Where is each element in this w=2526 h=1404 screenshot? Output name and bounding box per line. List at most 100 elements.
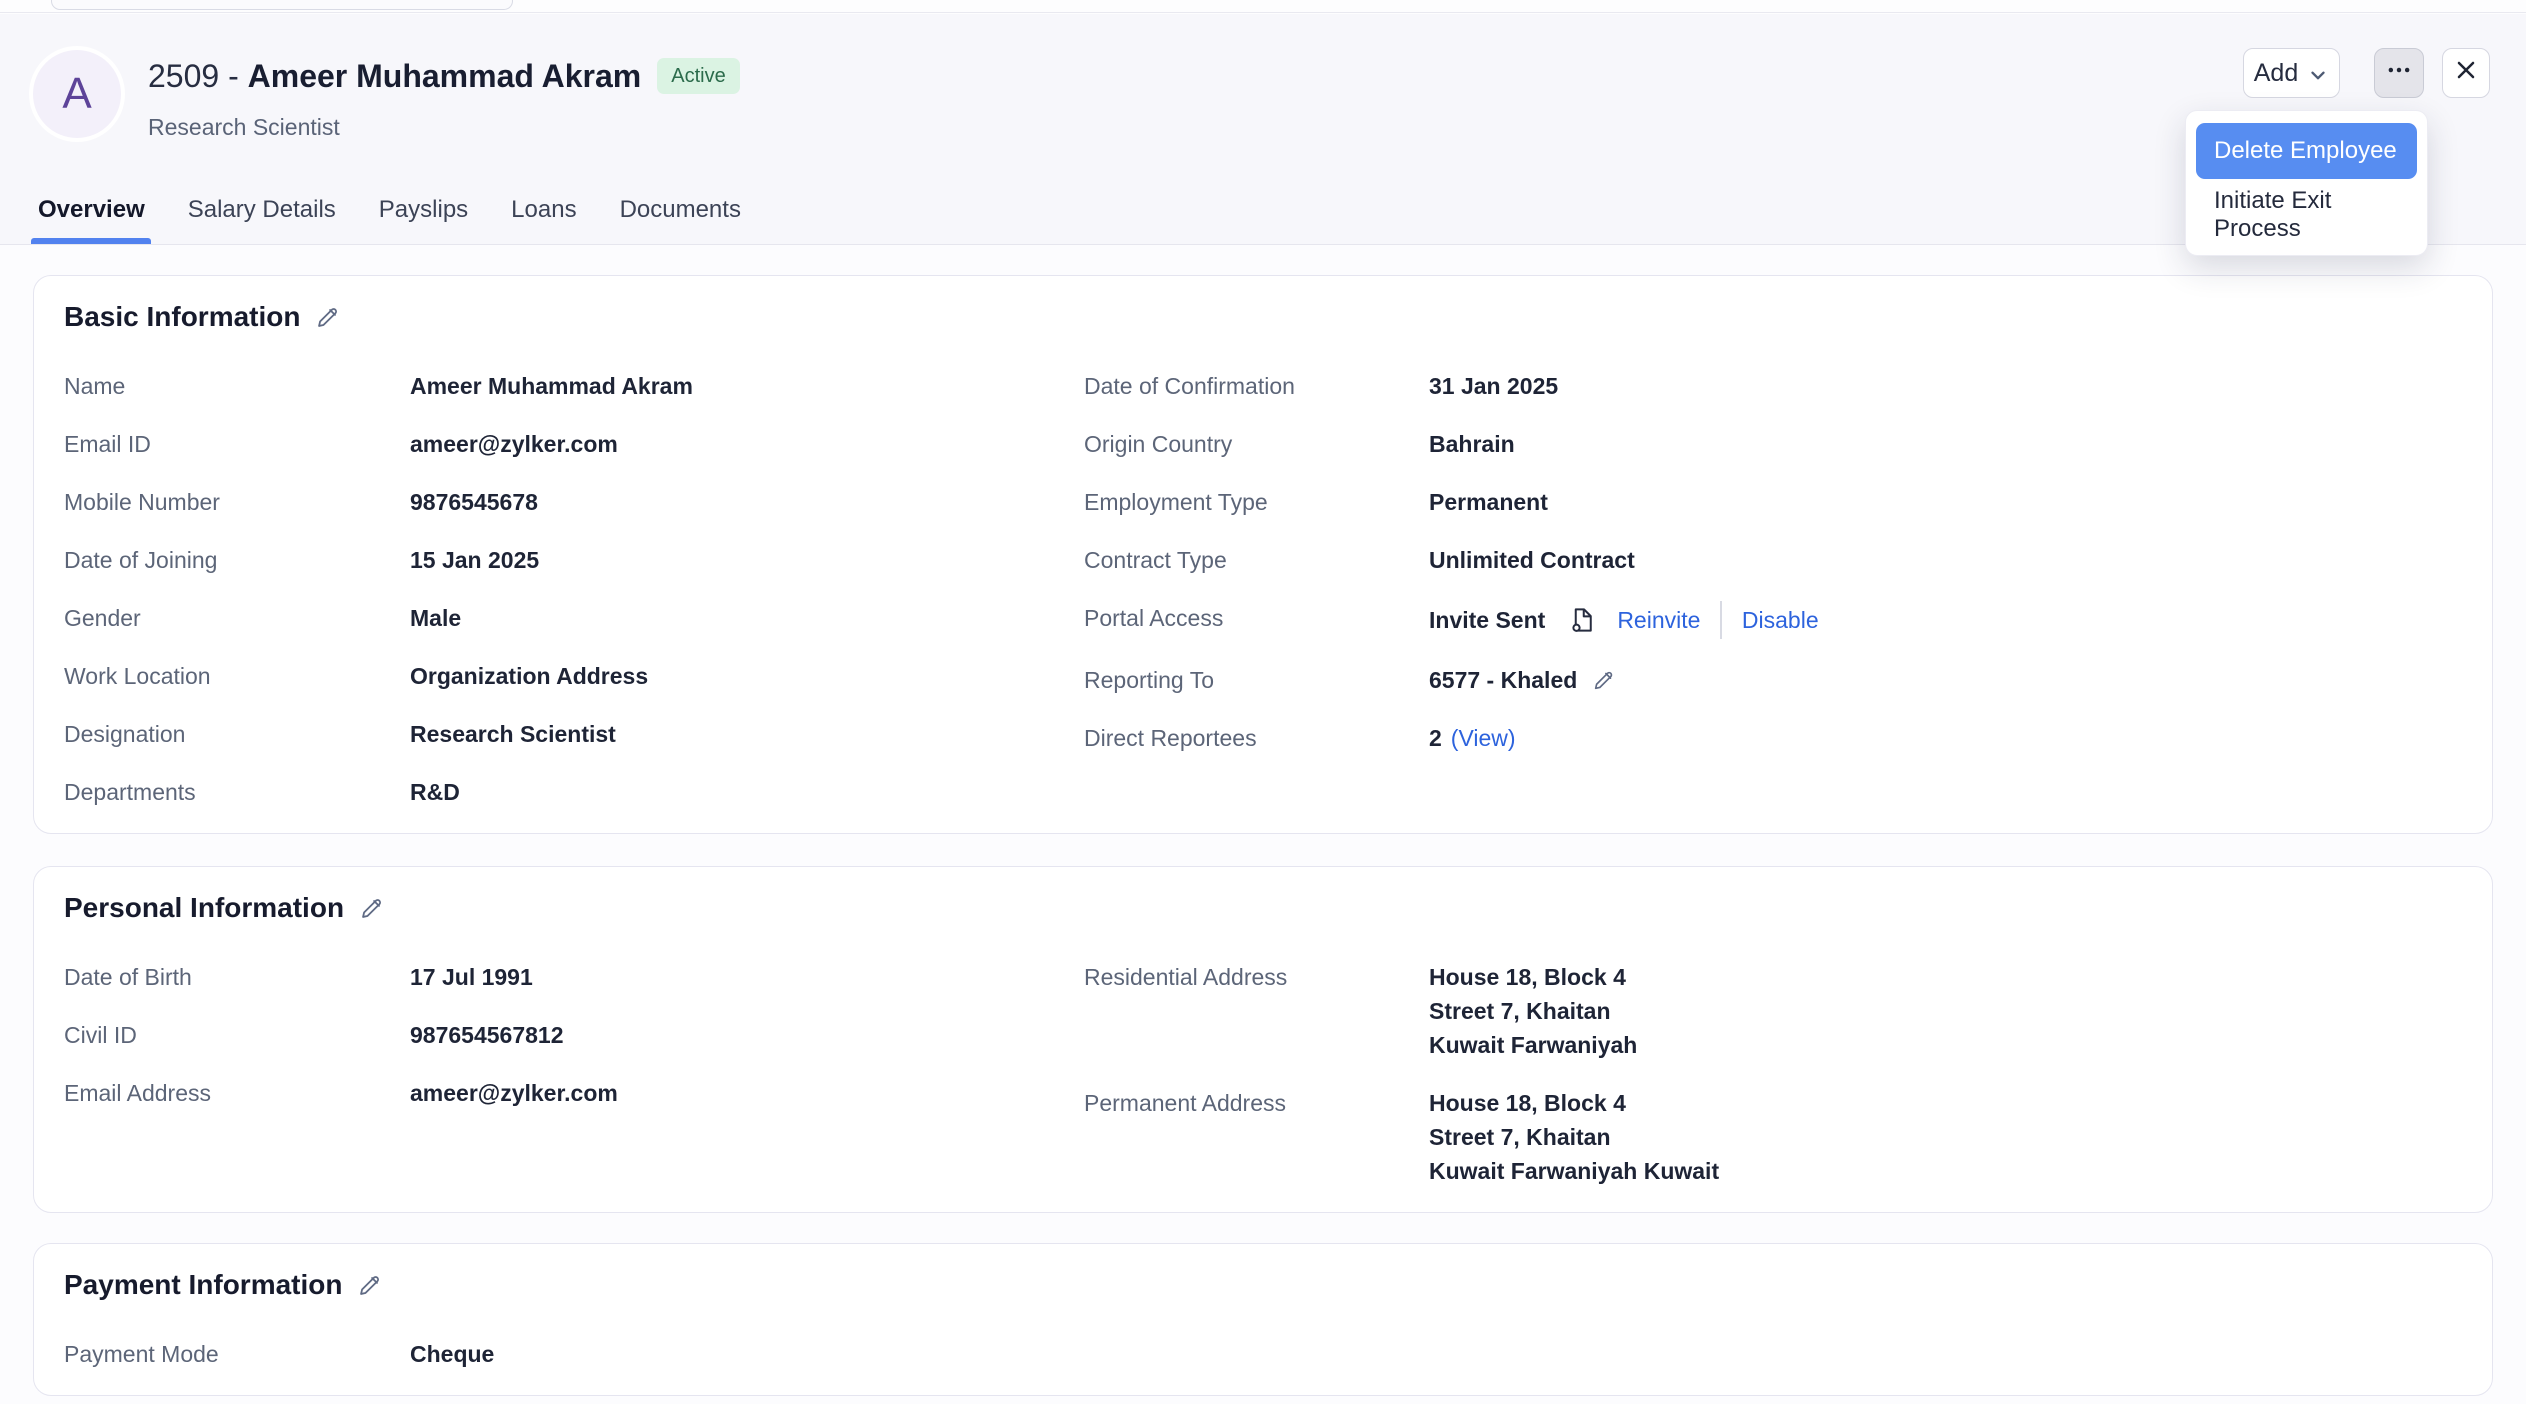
field-label: Work Location	[64, 659, 410, 693]
info-row-work-location: Work Location Organization Address	[64, 659, 1084, 693]
background-searchbox-remnant	[51, 0, 513, 10]
direct-reportees-value: 2(View)	[1429, 721, 1516, 759]
ellipsis-icon	[2385, 56, 2413, 91]
field-label: Employment Type	[1084, 485, 1429, 519]
employee-title-row: 2509 - Ameer Muhammad Akram Active	[148, 56, 740, 96]
edit-basic-information-icon[interactable]	[314, 304, 341, 331]
more-actions-menu: Delete Employee Initiate Exit Process	[2185, 110, 2428, 256]
info-row-gender: Gender Male	[64, 601, 1084, 635]
info-row-payment-mode: Payment Mode Cheque	[64, 1337, 1084, 1371]
payment-information-card: Payment Information Payment Mode Cheque	[33, 1243, 2493, 1396]
field-label: Contract Type	[1084, 543, 1429, 577]
menu-item-initiate-exit-process[interactable]: Initiate Exit Process	[2196, 187, 2417, 243]
close-icon	[2453, 57, 2479, 90]
info-row-reporting-to: Reporting To 6577 - Khaled	[1084, 663, 2462, 697]
field-label: Gender	[64, 601, 410, 635]
field-value: Cheque	[410, 1337, 494, 1371]
close-button[interactable]	[2442, 48, 2490, 98]
underlying-page-strip	[0, 0, 2526, 13]
tab-payslips[interactable]: Payslips	[379, 186, 468, 244]
tab-documents[interactable]: Documents	[620, 186, 741, 244]
tab-overview[interactable]: Overview	[38, 186, 145, 244]
info-row-contract-type: Contract Type Unlimited Contract	[1084, 543, 2462, 577]
add-button[interactable]: Add	[2243, 48, 2340, 98]
edit-payment-information-icon[interactable]	[356, 1272, 383, 1299]
reinvite-link[interactable]: Reinvite	[1617, 603, 1700, 637]
field-label: Origin Country	[1084, 427, 1429, 461]
portal-access-status: Invite Sent	[1429, 603, 1545, 637]
reporting-to-value: 6577 - Khaled	[1429, 663, 1616, 697]
field-label: Residential Address	[1084, 960, 1429, 994]
avatar: A	[33, 50, 121, 138]
view-reportees-link[interactable]: (View)	[1451, 725, 1516, 751]
field-label: Reporting To	[1084, 663, 1429, 697]
info-row-mobile-number: Mobile Number 9876545678	[64, 485, 1084, 519]
disable-link[interactable]: Disable	[1742, 603, 1819, 637]
field-value: Bahrain	[1429, 427, 1515, 461]
tab-bar: Overview Salary Details Payslips Loans D…	[0, 186, 2526, 245]
field-label: Civil ID	[64, 1018, 410, 1052]
field-value: 9876545678	[410, 485, 538, 519]
field-value: 987654567812	[410, 1018, 564, 1052]
field-label: Payment Mode	[64, 1337, 410, 1371]
basic-information-body: Name Ameer Muhammad Akram Email ID ameer…	[64, 369, 2462, 809]
payment-information-body: Payment Mode Cheque	[64, 1337, 2462, 1371]
basic-info-right-column: Date of Confirmation 31 Jan 2025 Origin …	[1084, 369, 2462, 809]
info-row-date-of-birth: Date of Birth 17 Jul 1991	[64, 960, 1084, 994]
field-label: Date of Birth	[64, 960, 410, 994]
field-value: 31 Jan 2025	[1429, 369, 1558, 403]
invite-sent-icon	[1567, 605, 1597, 635]
basic-information-card: Basic Information Name Ameer Muhammad Ak…	[33, 275, 2493, 834]
edit-personal-information-icon[interactable]	[358, 895, 385, 922]
employee-detail-panel: A 2509 - Ameer Muhammad Akram Active Res…	[0, 14, 2526, 1404]
payment-info-left-column: Payment Mode Cheque	[64, 1337, 1084, 1371]
field-value: Ameer Muhammad Akram	[410, 369, 693, 403]
tab-salary-details[interactable]: Salary Details	[188, 186, 336, 244]
payment-information-title-row: Payment Information	[64, 1267, 2462, 1303]
field-label: Email ID	[64, 427, 410, 461]
personal-information-body: Date of Birth 17 Jul 1991 Civil ID 98765…	[64, 960, 2462, 1188]
link-divider	[1720, 601, 1722, 639]
field-value: House 18, Block 4 Street 7, Khaitan Kuwa…	[1429, 1086, 1719, 1188]
field-value: Research Scientist	[410, 717, 616, 751]
chevron-down-icon	[2307, 64, 2329, 86]
info-row-permanent-address: Permanent Address House 18, Block 4 Stre…	[1084, 1086, 2462, 1188]
info-row-departments: Departments R&D	[64, 775, 1084, 809]
field-value: Unlimited Contract	[1429, 543, 1635, 577]
menu-item-delete-employee[interactable]: Delete Employee	[2196, 123, 2417, 179]
basic-information-title-row: Basic Information	[64, 299, 2462, 335]
overview-content: Basic Information Name Ameer Muhammad Ak…	[0, 245, 2526, 1404]
info-row-civil-id: Civil ID 987654567812	[64, 1018, 1084, 1052]
info-row-employment-type: Employment Type Permanent	[1084, 485, 2462, 519]
tab-loans[interactable]: Loans	[511, 186, 576, 244]
field-label: Email Address	[64, 1076, 410, 1110]
status-badge: Active	[657, 58, 739, 94]
basic-info-left-column: Name Ameer Muhammad Akram Email ID ameer…	[64, 369, 1084, 809]
employee-id: 2509 -	[148, 58, 248, 94]
tabs: Overview Salary Details Payslips Loans D…	[38, 186, 2526, 244]
edit-reporting-to-icon[interactable]	[1591, 668, 1616, 693]
field-value: ameer@zylker.com	[410, 427, 618, 461]
info-row-name: Name Ameer Muhammad Akram	[64, 369, 1084, 403]
info-row-direct-reportees: Direct Reportees 2(View)	[1084, 721, 2462, 759]
field-value: R&D	[410, 775, 460, 809]
add-button-label: Add	[2254, 59, 2298, 88]
personal-information-title-row: Personal Information	[64, 890, 2462, 926]
info-row-email-address: Email Address ameer@zylker.com	[64, 1076, 1084, 1110]
info-row-date-of-confirmation: Date of Confirmation 31 Jan 2025	[1084, 369, 2462, 403]
field-value: 15 Jan 2025	[410, 543, 539, 577]
basic-information-title: Basic Information	[64, 299, 300, 335]
field-value: 6577 - Khaled	[1429, 663, 1577, 697]
field-label: Mobile Number	[64, 485, 410, 519]
field-value: Permanent	[1429, 485, 1548, 519]
more-actions-button[interactable]	[2374, 48, 2424, 98]
page-title: 2509 - Ameer Muhammad Akram	[148, 56, 641, 96]
info-row-email-id: Email ID ameer@zylker.com	[64, 427, 1084, 461]
info-row-date-of-joining: Date of Joining 15 Jan 2025	[64, 543, 1084, 577]
field-value: ameer@zylker.com	[410, 1076, 618, 1110]
avatar-letter: A	[62, 69, 91, 119]
field-label: Date of Joining	[64, 543, 410, 577]
portal-access-value: Invite Sent Reinvite Disable	[1429, 601, 1819, 639]
personal-information-title: Personal Information	[64, 890, 344, 926]
field-label: Permanent Address	[1084, 1086, 1429, 1120]
